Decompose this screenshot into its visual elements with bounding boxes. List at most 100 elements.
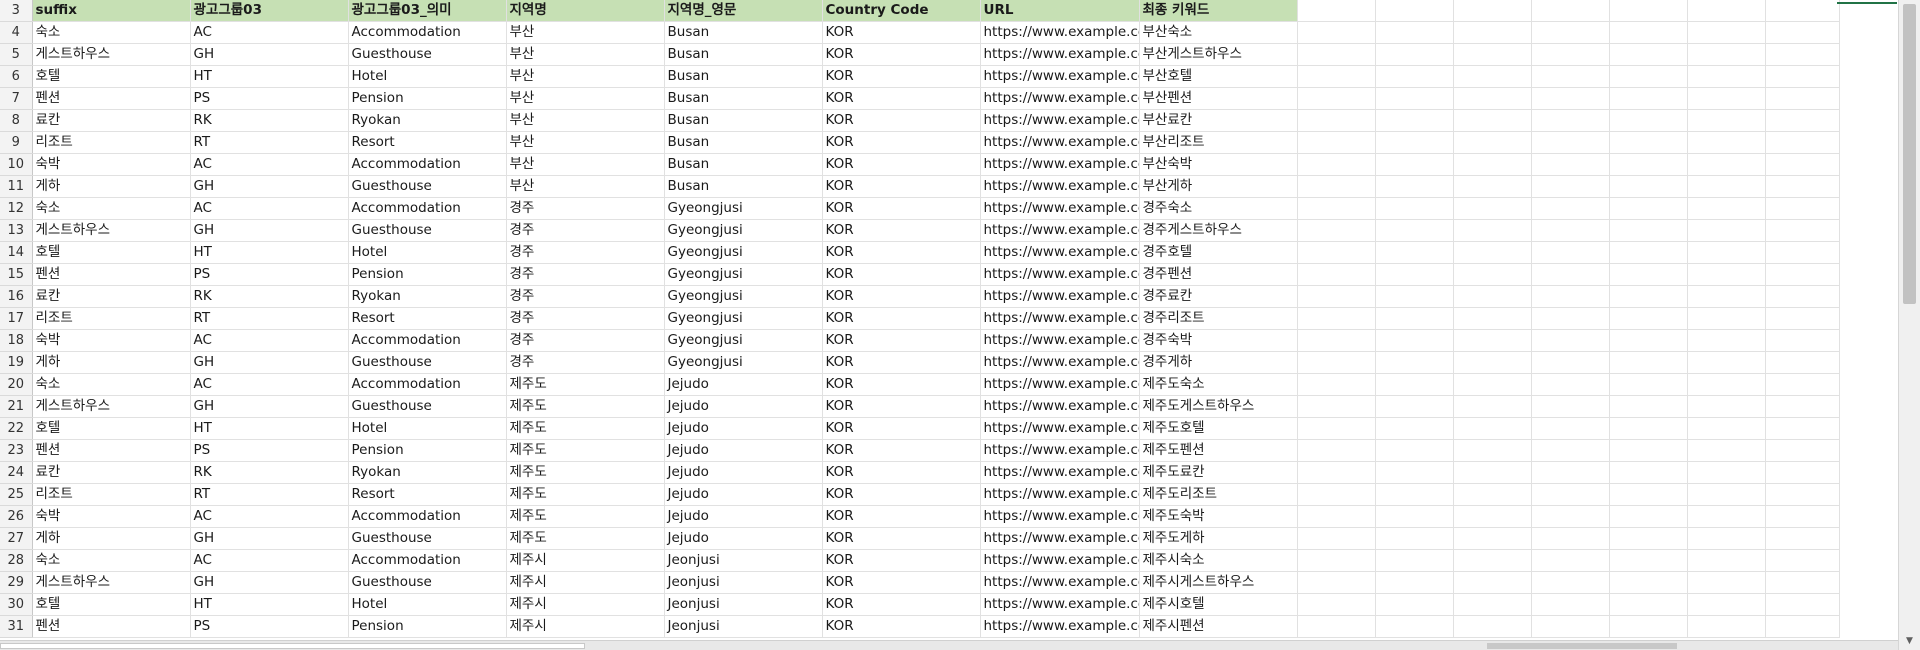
final-keyword-cell[interactable]: 부산료칸 bbox=[1139, 109, 1298, 132]
empty-cell[interactable] bbox=[1375, 439, 1454, 462]
empty-cell[interactable] bbox=[1375, 219, 1454, 242]
ad-group-meaning-cell[interactable]: Hotel bbox=[348, 65, 507, 88]
empty-cell[interactable] bbox=[1609, 417, 1688, 440]
empty-cell[interactable] bbox=[1687, 87, 1766, 110]
ad-group-cell[interactable]: HT bbox=[190, 417, 349, 440]
country-code-cell[interactable]: KOR bbox=[822, 527, 981, 550]
final-keyword-cell[interactable]: 경주숙소 bbox=[1139, 197, 1298, 220]
empty-cell[interactable] bbox=[1297, 87, 1376, 110]
empty-cell[interactable] bbox=[1609, 483, 1688, 506]
empty-cell[interactable] bbox=[1687, 439, 1766, 462]
empty-cell[interactable] bbox=[1687, 197, 1766, 220]
empty-cell[interactable] bbox=[1531, 197, 1610, 220]
empty-cell[interactable] bbox=[1531, 571, 1610, 594]
region-en-cell[interactable]: Busan bbox=[664, 21, 823, 44]
empty-cell[interactable] bbox=[1687, 307, 1766, 330]
suffix-cell[interactable]: 숙소 bbox=[32, 373, 191, 396]
empty-cell[interactable] bbox=[1609, 153, 1688, 176]
url-cell[interactable]: https://www.example.co.kr bbox=[980, 131, 1140, 154]
country-code-cell[interactable]: KOR bbox=[822, 197, 981, 220]
horizontal-scrollbar[interactable] bbox=[0, 640, 1898, 650]
suffix-cell[interactable]: 게스트하우스 bbox=[32, 43, 191, 66]
empty-cell[interactable] bbox=[1375, 329, 1454, 352]
country-code-cell[interactable]: KOR bbox=[822, 351, 981, 374]
region-cell[interactable]: 경주 bbox=[506, 241, 665, 264]
empty-cell[interactable] bbox=[1297, 439, 1376, 462]
suffix-cell[interactable]: 숙박 bbox=[32, 505, 191, 528]
empty-cell[interactable] bbox=[1297, 175, 1376, 198]
region-en-cell[interactable]: Gyeongjusi bbox=[664, 329, 823, 352]
region-en-cell[interactable]: Busan bbox=[664, 65, 823, 88]
empty-cell[interactable] bbox=[1687, 43, 1766, 66]
region-en-cell[interactable]: Busan bbox=[664, 175, 823, 198]
empty-cell[interactable] bbox=[1609, 615, 1688, 638]
ad-group-cell[interactable]: RT bbox=[190, 483, 349, 506]
country-code-cell[interactable]: KOR bbox=[822, 329, 981, 352]
final-keyword-cell[interactable]: 제주도숙소 bbox=[1139, 373, 1298, 396]
suffix-cell[interactable]: 료칸 bbox=[32, 461, 191, 484]
region-en-cell[interactable]: Jejudo bbox=[664, 373, 823, 396]
ad-group-meaning-cell[interactable]: Pension bbox=[348, 263, 507, 286]
empty-cell[interactable] bbox=[1687, 21, 1766, 44]
region-en-cell[interactable]: Jejudo bbox=[664, 483, 823, 506]
empty-cell[interactable] bbox=[1453, 109, 1532, 132]
empty-cell[interactable] bbox=[1297, 241, 1376, 264]
empty-cell[interactable] bbox=[1375, 307, 1454, 330]
empty-cell[interactable] bbox=[1687, 329, 1766, 352]
empty-cell[interactable] bbox=[1453, 153, 1532, 176]
region-en-cell[interactable]: Jejudo bbox=[664, 505, 823, 528]
ad-group-cell[interactable]: RT bbox=[190, 307, 349, 330]
region-cell[interactable]: 제주도 bbox=[506, 395, 665, 418]
empty-cell[interactable] bbox=[1531, 153, 1610, 176]
empty-cell[interactable] bbox=[1609, 175, 1688, 198]
empty-cell[interactable] bbox=[1531, 87, 1610, 110]
empty-cell[interactable] bbox=[1687, 527, 1766, 550]
ad-group-meaning-cell[interactable]: Ryokan bbox=[348, 461, 507, 484]
final-keyword-cell[interactable]: 제주시호텔 bbox=[1139, 593, 1298, 616]
ad-group-cell[interactable]: AC bbox=[190, 505, 349, 528]
empty-cell[interactable] bbox=[1297, 351, 1376, 374]
ad-group-meaning-cell[interactable]: Hotel bbox=[348, 593, 507, 616]
final-keyword-cell[interactable]: 부산숙소 bbox=[1139, 21, 1298, 44]
suffix-cell[interactable]: 펜션 bbox=[32, 87, 191, 110]
empty-cell[interactable] bbox=[1375, 197, 1454, 220]
suffix-cell[interactable]: 호텔 bbox=[32, 65, 191, 88]
empty-cell[interactable] bbox=[1609, 571, 1688, 594]
empty-cell[interactable] bbox=[1765, 21, 1840, 44]
empty-cell[interactable] bbox=[1609, 549, 1688, 572]
region-cell[interactable]: 제주시 bbox=[506, 549, 665, 572]
empty-cell[interactable] bbox=[1687, 131, 1766, 154]
region-cell[interactable]: 제주시 bbox=[506, 571, 665, 594]
region-en-cell[interactable]: Gyeongjusi bbox=[664, 219, 823, 242]
empty-cell[interactable] bbox=[1765, 43, 1840, 66]
suffix-cell[interactable]: 펜션 bbox=[32, 439, 191, 462]
empty-cell[interactable] bbox=[1765, 307, 1840, 330]
empty-cell[interactable] bbox=[1765, 483, 1840, 506]
region-en-cell[interactable]: Gyeongjusi bbox=[664, 241, 823, 264]
region-cell[interactable]: 부산 bbox=[506, 87, 665, 110]
empty-cell[interactable] bbox=[1609, 307, 1688, 330]
empty-cell[interactable] bbox=[1765, 0, 1840, 22]
ad-group-meaning-cell[interactable]: Pension bbox=[348, 439, 507, 462]
suffix-cell[interactable]: 게스트하우스 bbox=[32, 571, 191, 594]
region-en-cell[interactable]: Jejudo bbox=[664, 439, 823, 462]
empty-cell[interactable] bbox=[1609, 219, 1688, 242]
url-cell[interactable]: https://www.example.co.kr bbox=[980, 87, 1140, 110]
suffix-cell[interactable]: 숙소 bbox=[32, 21, 191, 44]
empty-cell[interactable] bbox=[1687, 65, 1766, 88]
empty-cell[interactable] bbox=[1765, 395, 1840, 418]
chevron-down-icon[interactable]: ▼ bbox=[1899, 632, 1920, 650]
region-en-cell[interactable]: Gyeongjusi bbox=[664, 263, 823, 286]
empty-cell[interactable] bbox=[1453, 65, 1532, 88]
final-keyword-cell[interactable]: 경주리조트 bbox=[1139, 307, 1298, 330]
ad-group-cell[interactable]: AC bbox=[190, 329, 349, 352]
ad-group-meaning-cell[interactable]: Pension bbox=[348, 615, 507, 638]
ad-group-cell[interactable]: HT bbox=[190, 593, 349, 616]
empty-cell[interactable] bbox=[1297, 395, 1376, 418]
empty-cell[interactable] bbox=[1375, 175, 1454, 198]
header-cell-suffix[interactable]: suffix bbox=[32, 0, 191, 22]
empty-cell[interactable] bbox=[1687, 505, 1766, 528]
final-keyword-cell[interactable]: 경주게스트하우스 bbox=[1139, 219, 1298, 242]
suffix-cell[interactable]: 호텔 bbox=[32, 417, 191, 440]
row-number[interactable]: 24 bbox=[0, 461, 33, 484]
